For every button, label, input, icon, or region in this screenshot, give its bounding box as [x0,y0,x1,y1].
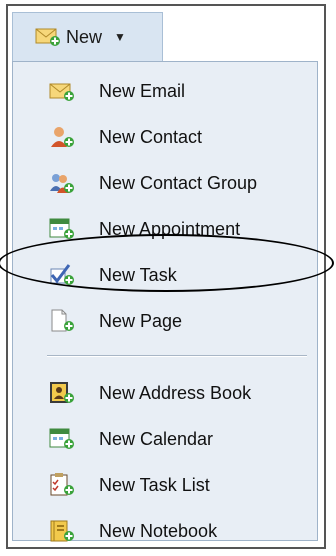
task-icon [49,263,74,287]
menu-item-new-task[interactable]: New Task [13,256,317,294]
menu-item-label: New Task [99,264,177,285]
chevron-down-icon[interactable]: ▼ [114,30,126,44]
menu-item-label: New Address Book [99,382,252,403]
menu-item-label: New Contact [99,126,203,147]
menu-item-new-task-list[interactable]: New Task List [13,466,317,504]
menu-item-label: New Appointment [99,218,241,239]
menu-item-label: New Calendar [99,428,214,449]
menu-item-new-address-book[interactable]: New Address Book [13,374,317,412]
menu-item-new-email[interactable]: New Email [13,72,317,110]
menu-frame: New ▼ New Email New Contact New Contact … [6,4,326,549]
contact-group-icon [49,171,74,195]
appointment-icon [49,217,74,241]
menu-item-new-notebook[interactable]: New Notebook [13,512,317,550]
menu-item-label: New Task List [99,474,210,495]
new-dropdown-menu: New Email New Contact New Contact Group … [12,61,318,542]
new-button[interactable]: New ▼ [12,12,163,61]
menu-item-label: New Page [99,310,183,331]
contact-icon [49,125,74,149]
page-icon [49,309,74,333]
menu-item-new-page[interactable]: New Page [13,302,317,340]
menu-item-label: New Contact Group [99,172,258,193]
menu-item-label: New Email [99,80,186,101]
calendar-icon [49,427,74,451]
new-button-label: New [66,26,103,47]
address-book-icon [49,381,74,405]
menu-separator [47,355,307,357]
notebook-icon [49,519,74,543]
menu-item-new-appointment[interactable]: New Appointment [13,210,317,248]
menu-item-new-contact-group[interactable]: New Contact Group [13,164,317,202]
task-list-icon [49,473,74,497]
menu-item-label: New Notebook [99,520,218,541]
email-icon [49,79,74,103]
new-email-icon [35,27,61,47]
menu-item-new-contact[interactable]: New Contact [13,118,317,156]
menu-item-new-calendar[interactable]: New Calendar [13,420,317,458]
